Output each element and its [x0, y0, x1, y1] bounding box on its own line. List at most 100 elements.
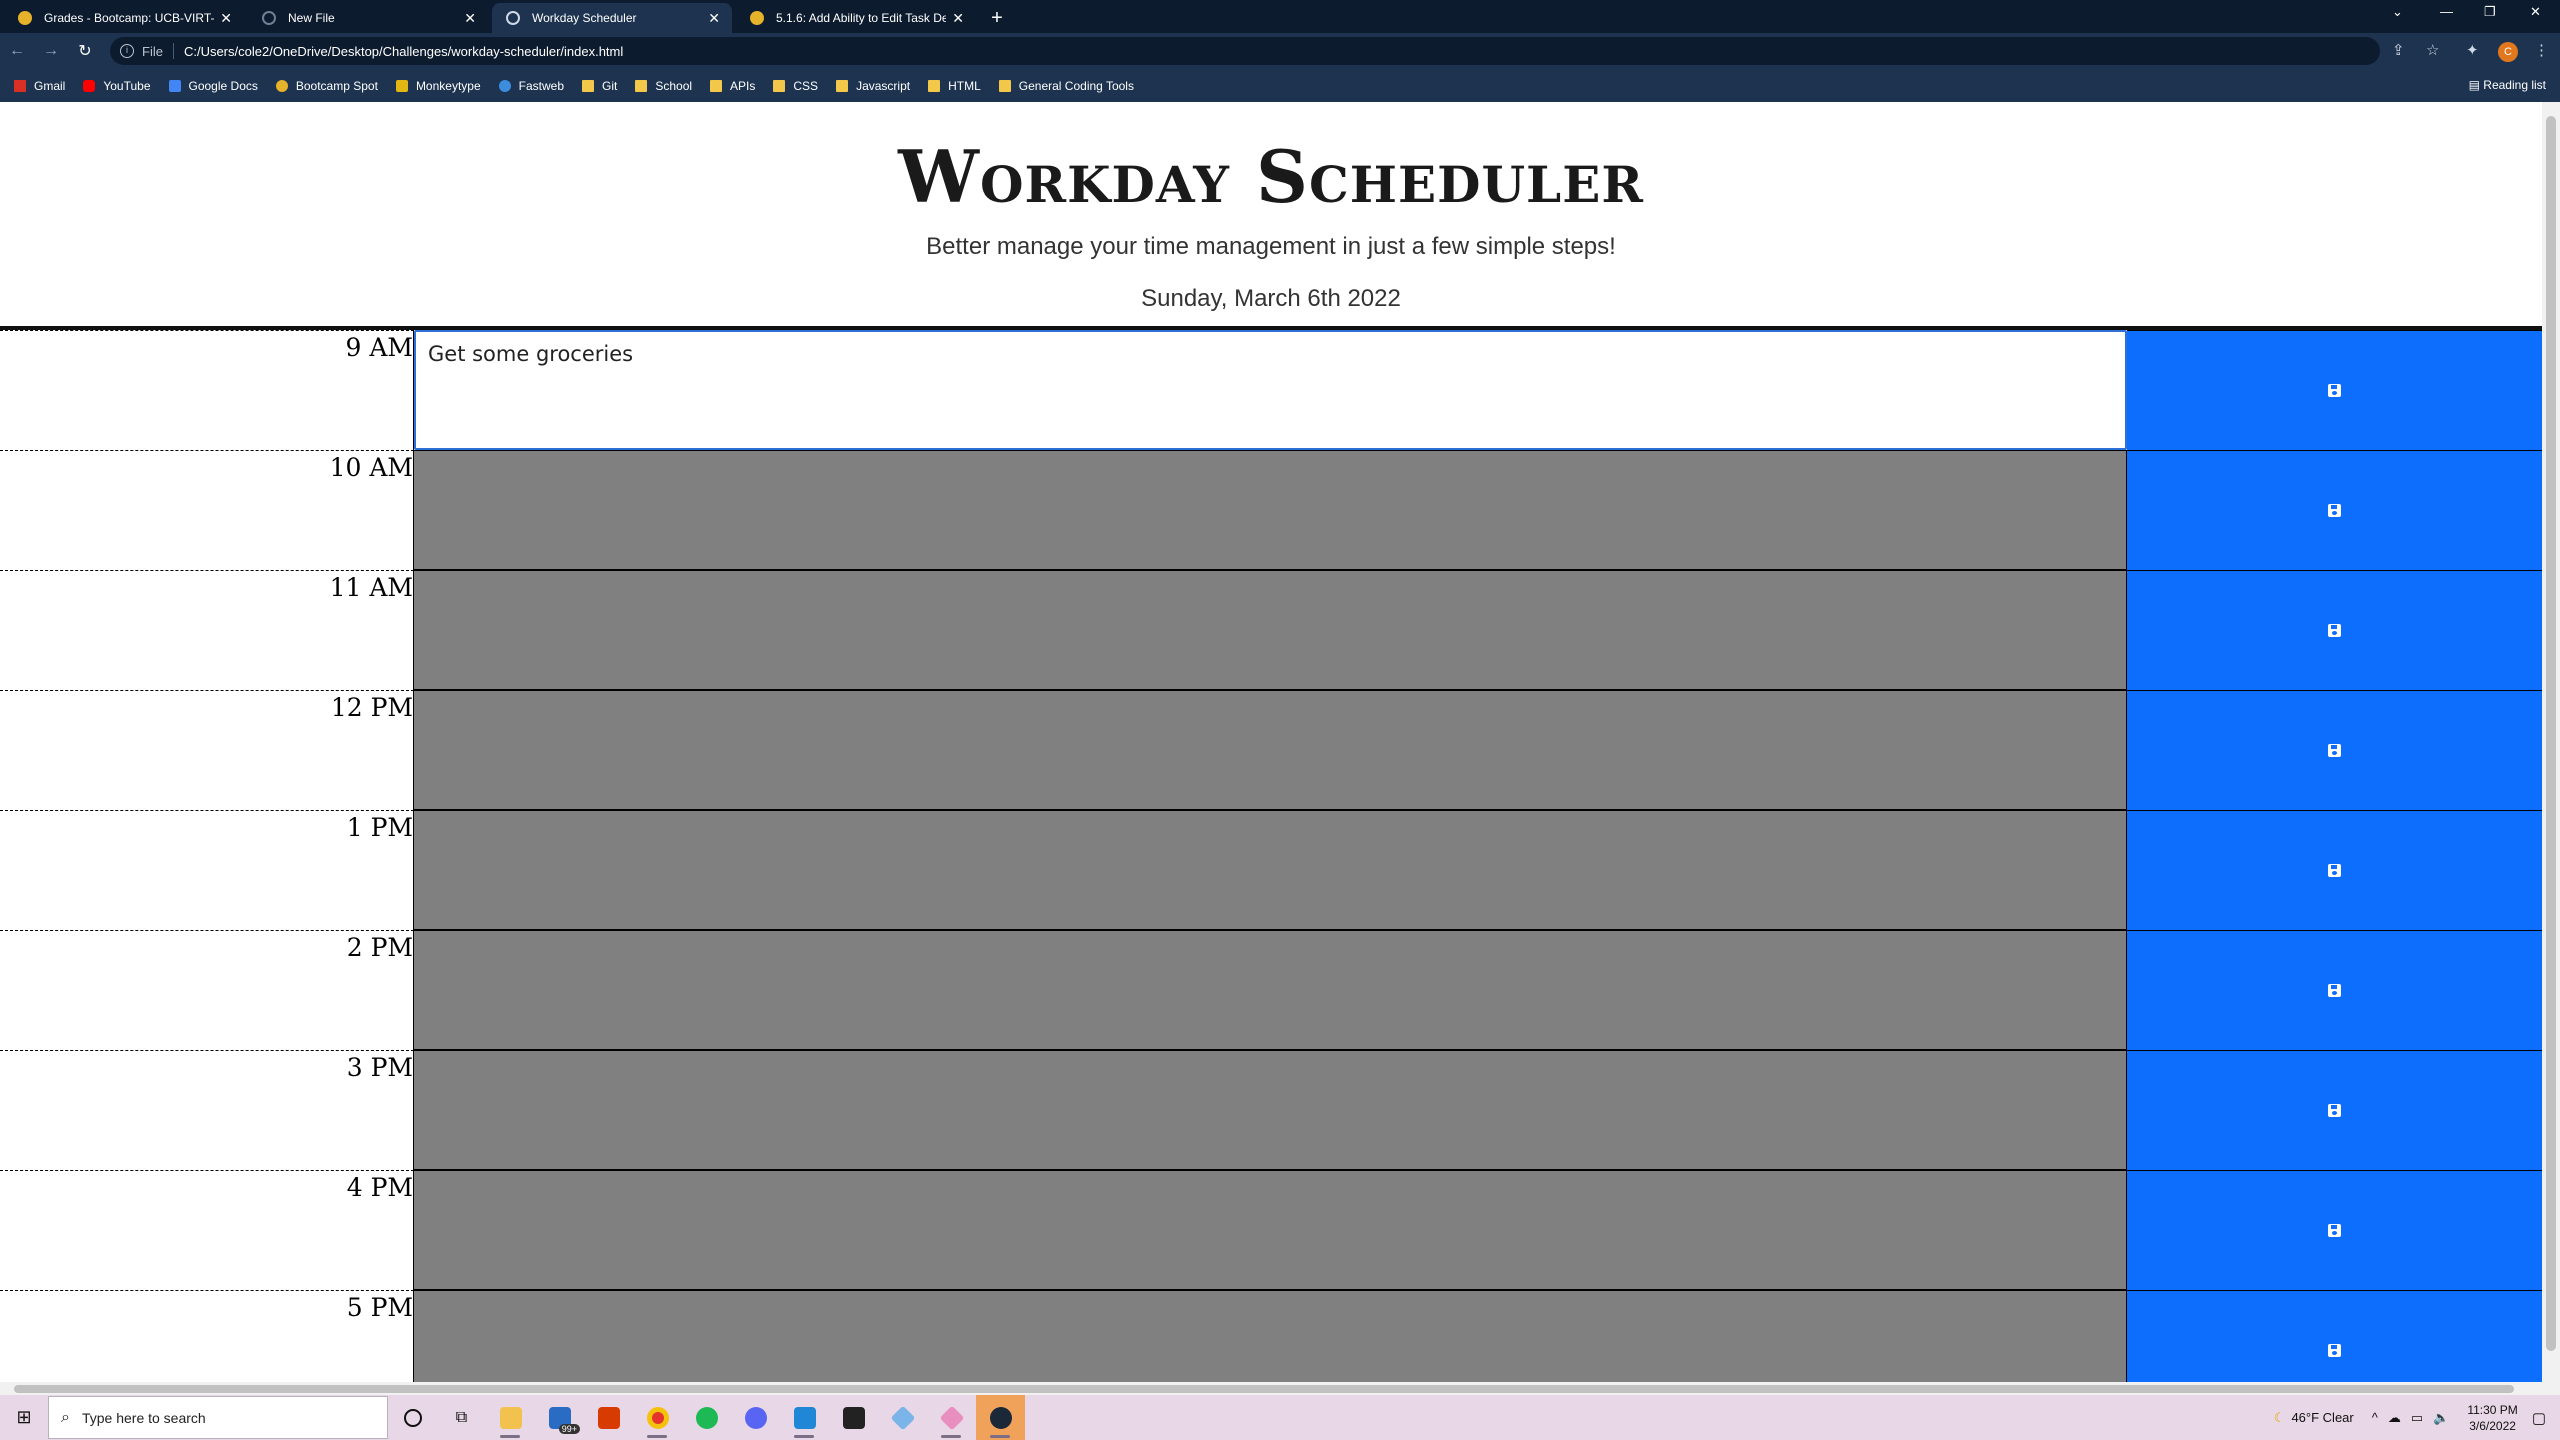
- task-textarea[interactable]: [414, 1290, 2127, 1382]
- minimize-button[interactable]: —: [2440, 4, 2453, 19]
- vertical-scrollbar[interactable]: [2542, 102, 2560, 1382]
- mail-button[interactable]: 99+: [535, 1395, 584, 1440]
- menu-icon[interactable]: ⋮: [2534, 41, 2549, 59]
- bookmark-gmail[interactable]: Gmail: [14, 79, 65, 93]
- onedrive-icon[interactable]: ☁: [2388, 1410, 2401, 1426]
- save-button[interactable]: [2127, 690, 2542, 810]
- bookmark-folder-general-coding-tools[interactable]: General Coding Tools: [998, 79, 1134, 93]
- bookmark-google-docs[interactable]: Google Docs: [168, 79, 258, 93]
- search-placeholder: Type here to search: [81, 1409, 206, 1426]
- chevron-up-icon[interactable]: ^: [2372, 1410, 2378, 1425]
- address-input[interactable]: i File C:/Users/cole2/OneDrive/Desktop/C…: [110, 37, 2380, 65]
- page-header: Workday Scheduler Better manage your tim…: [0, 102, 2542, 330]
- file-explorer-button[interactable]: [486, 1395, 535, 1440]
- info-icon[interactable]: i: [120, 44, 134, 58]
- close-icon[interactable]: ✕: [220, 10, 232, 27]
- task-textarea[interactable]: [414, 930, 2127, 1050]
- url-text: C:/Users/cole2/OneDrive/Desktop/Challeng…: [183, 43, 624, 59]
- vscode-button[interactable]: [780, 1395, 829, 1440]
- save-button[interactable]: [2127, 810, 2542, 930]
- bookmark-folder-apis[interactable]: APIs: [710, 79, 755, 93]
- save-button[interactable]: [2127, 450, 2542, 570]
- task-textarea[interactable]: [414, 450, 2127, 570]
- office-button[interactable]: [584, 1395, 633, 1440]
- bookmark-label: Bootcamp Spot: [295, 78, 378, 93]
- windows-start-button[interactable]: ⊞: [0, 1395, 48, 1440]
- taskbar-clock[interactable]: 11:30 PM 3/6/2022: [2467, 1402, 2517, 1434]
- tab-edit-task[interactable]: 5.1.6: Add Ability to Edit Task De ✕: [736, 3, 976, 33]
- bookmark-label: Fastweb: [518, 78, 564, 93]
- bookmark-youtube[interactable]: YouTube: [83, 79, 151, 93]
- tab-search-icon[interactable]: ⌄: [2392, 4, 2403, 20]
- horizontal-scrollbar[interactable]: [0, 1382, 2560, 1395]
- chrome-icon: [646, 1406, 669, 1429]
- bookmark-folder-git[interactable]: Git: [582, 79, 617, 93]
- save-button[interactable]: [2127, 1290, 2542, 1382]
- save-icon: [2328, 744, 2341, 757]
- cortana-button[interactable]: [388, 1395, 437, 1440]
- taskbar-search-input[interactable]: ⌕ Type here to search: [48, 1396, 388, 1439]
- bookmark-folder-school[interactable]: School: [635, 79, 692, 93]
- bookmark-monkeytype[interactable]: Monkeytype: [395, 79, 481, 93]
- divider: [172, 43, 174, 59]
- save-icon: [2328, 1224, 2341, 1237]
- tab-workday-scheduler[interactable]: Workday Scheduler ✕: [492, 3, 732, 33]
- tab-new-file[interactable]: New File ✕: [248, 3, 488, 33]
- save-button[interactable]: [2127, 930, 2542, 1050]
- save-button[interactable]: [2127, 1170, 2542, 1290]
- back-button[interactable]: ←: [0, 42, 34, 60]
- git-client-button[interactable]: [878, 1395, 927, 1440]
- task-textarea[interactable]: [414, 1050, 2127, 1170]
- youtube-icon: [83, 79, 96, 92]
- bookmark-bootcamp-spot[interactable]: Bootcamp Spot: [275, 78, 378, 93]
- discord-button[interactable]: [731, 1395, 780, 1440]
- git-client-2-button[interactable]: [927, 1395, 976, 1440]
- close-icon[interactable]: ✕: [464, 10, 476, 27]
- task-textarea[interactable]: [414, 570, 2127, 690]
- cortana-icon: [403, 1408, 422, 1427]
- close-icon[interactable]: ✕: [952, 10, 964, 27]
- app-button[interactable]: [829, 1395, 878, 1440]
- restore-button[interactable]: ❐: [2484, 4, 2496, 20]
- time-block-3pm: 3 PM: [0, 1050, 2542, 1170]
- close-window-button[interactable]: ✕: [2530, 4, 2541, 20]
- scrollbar-thumb[interactable]: [2546, 116, 2556, 1351]
- notification-icon[interactable]: ▢: [2532, 1409, 2546, 1427]
- tab-grades[interactable]: Grades - Bootcamp: UCB-VIRT-B ✕: [4, 3, 244, 33]
- bookmark-folder-css[interactable]: CSS: [773, 79, 818, 93]
- extensions-icon[interactable]: ✦: [2466, 41, 2479, 59]
- task-view-button[interactable]: ⧉: [437, 1395, 486, 1440]
- bookmark-folder-javascript[interactable]: Javascript: [836, 79, 910, 93]
- bookmark-folder-html[interactable]: HTML: [928, 79, 981, 93]
- task-textarea[interactable]: Get some groceries: [414, 330, 2127, 450]
- steam-button[interactable]: [976, 1395, 1025, 1440]
- search-icon: ⌕: [61, 1408, 70, 1426]
- save-button[interactable]: [2127, 1050, 2542, 1170]
- star-icon[interactable]: ☆: [2426, 41, 2439, 59]
- weather-text[interactable]: 46°F Clear: [2291, 1410, 2353, 1425]
- forward-button[interactable]: →: [34, 42, 68, 60]
- web-page: Workday Scheduler Better manage your tim…: [0, 102, 2542, 1382]
- new-tab-button[interactable]: +: [982, 3, 1012, 33]
- save-button[interactable]: [2127, 330, 2542, 450]
- network-icon[interactable]: ▭: [2411, 1410, 2423, 1426]
- chrome-button[interactable]: [633, 1395, 682, 1440]
- address-bar-row: ← → ↻ i File C:/Users/cole2/OneDrive/Des…: [0, 33, 2560, 69]
- task-textarea[interactable]: [414, 1170, 2127, 1290]
- hour-label: 1 PM: [0, 810, 414, 930]
- close-icon[interactable]: ✕: [708, 10, 720, 27]
- spotify-button[interactable]: [682, 1395, 731, 1440]
- share-icon[interactable]: ⇪: [2392, 41, 2405, 59]
- bookmark-fastweb[interactable]: Fastweb: [498, 78, 564, 93]
- reading-list-button[interactable]: ▤ Reading list: [2469, 78, 2546, 92]
- volume-icon[interactable]: 🔈: [2433, 1410, 2449, 1426]
- reload-button[interactable]: ↻: [68, 41, 102, 61]
- tab-title: Workday Scheduler: [532, 11, 637, 25]
- task-textarea[interactable]: [414, 810, 2127, 930]
- task-textarea[interactable]: [414, 690, 2127, 810]
- hour-text: 11 AM: [329, 573, 413, 602]
- browser-tab-bar: Grades - Bootcamp: UCB-VIRT-B ✕ New File…: [0, 0, 2560, 33]
- scrollbar-thumb[interactable]: [14, 1385, 2514, 1393]
- save-button[interactable]: [2127, 570, 2542, 690]
- profile-avatar[interactable]: C: [2498, 42, 2518, 62]
